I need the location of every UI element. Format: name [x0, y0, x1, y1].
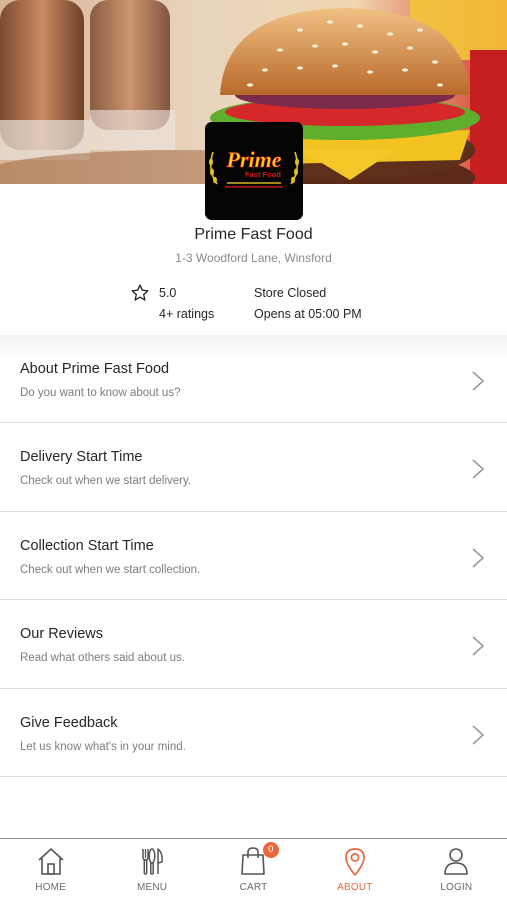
store-opening-time: Opens at 05:00 PM — [254, 307, 362, 321]
about-menu-list: About Prime Fast Food Do you want to kno… — [0, 335, 507, 777]
menu-item-subtitle: Let us know what's in your mind. — [20, 740, 186, 753]
menu-item-about[interactable]: About Prime Fast Food Do you want to kno… — [0, 335, 507, 424]
store-status: Store Closed — [254, 286, 327, 300]
tab-menu[interactable]: MENU — [101, 839, 202, 900]
store-info: 5.0 4+ ratings Store Closed Opens at 05:… — [0, 282, 507, 326]
menu-item-delivery-start-time[interactable]: Delivery Start Time Check out when we st… — [0, 423, 507, 512]
ratings-count: 4+ ratings — [159, 307, 215, 321]
chevron-right-icon — [472, 371, 485, 391]
menu-item-reviews[interactable]: Our Reviews Read what others said about … — [0, 600, 507, 689]
menu-item-subtitle: Check out when we start delivery. — [20, 475, 192, 488]
menu-item-feedback[interactable]: Give Feedback Let us know what's in your… — [0, 689, 507, 777]
menu-item-title: Delivery Start Time — [20, 449, 143, 466]
logo-primary-text: Prime — [226, 147, 282, 172]
menu-item-subtitle: Read what others said about us. — [20, 652, 185, 665]
store-logo: Prime Fast Food — [205, 122, 303, 220]
chevron-right-icon — [472, 724, 485, 745]
tab-home[interactable]: HOME — [0, 839, 101, 900]
cutlery-icon — [142, 848, 163, 875]
menu-item-subtitle: Do you want to know about us? — [20, 387, 181, 399]
star-icon — [131, 284, 149, 301]
tab-label: MENU — [136, 882, 168, 893]
menu-item-collection-start-time[interactable]: Collection Start Time Check out when we … — [0, 512, 507, 601]
chevron-right-icon — [472, 459, 485, 479]
tab-label: CART — [239, 882, 268, 893]
menu-item-title: Our Reviews — [20, 626, 103, 643]
tab-label: LOGIN — [440, 882, 473, 893]
chevron-right-icon — [472, 636, 485, 656]
home-icon — [38, 848, 64, 875]
chevron-right-icon — [472, 548, 485, 568]
store-address: 1-3 Woodford Lane, Winsford — [175, 251, 332, 265]
location-pin-icon — [345, 848, 365, 876]
tab-label: HOME — [35, 882, 67, 893]
tab-about[interactable]: ABOUT — [304, 839, 405, 900]
rating-value: 5.0 — [159, 286, 177, 300]
tab-cart[interactable]: 0 CART — [203, 839, 304, 900]
store-name: Prime Fast Food — [194, 226, 313, 243]
logo-secondary-text: Fast Food — [245, 170, 281, 179]
menu-item-subtitle: Check out when we start collection. — [20, 563, 201, 576]
tab-login[interactable]: LOGIN — [406, 839, 507, 900]
menu-item-title: About Prime Fast Food — [20, 361, 170, 377]
cart-count-badge: 0 — [262, 842, 279, 858]
tab-label: ABOUT — [337, 882, 373, 893]
menu-item-title: Give Feedback — [20, 714, 118, 731]
menu-item-title: Collection Start Time — [20, 537, 154, 554]
bottom-tab-bar: HOME MENU 0 CART ABOUT LOGIN — [0, 838, 507, 900]
user-icon — [444, 848, 469, 875]
